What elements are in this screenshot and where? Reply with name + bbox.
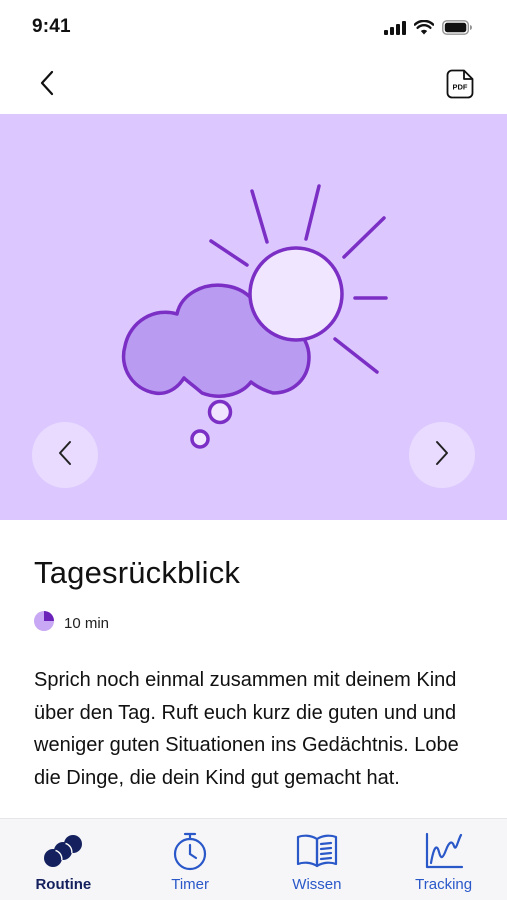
- chevron-right-icon: [435, 440, 449, 471]
- tab-label: Tracking: [415, 876, 473, 893]
- tab-tracking[interactable]: Tracking: [380, 819, 507, 900]
- status-time: 9:41: [32, 16, 71, 37]
- stopwatch-icon: [172, 831, 208, 871]
- thought-bubble-large: [207, 399, 233, 425]
- pdf-icon: PDF: [446, 69, 474, 104]
- activity-description: Sprich noch einmal zusammen mit deinem K…: [34, 669, 459, 789]
- carousel-prev-button[interactable]: [32, 422, 98, 488]
- tab-bar: Routine Timer Wissen Tracking: [0, 818, 507, 900]
- duration-row: 10 min: [34, 611, 479, 636]
- sun-icon: [248, 246, 344, 342]
- activity-content: Tagesrückblick 10 min Sprich noch einmal…: [34, 555, 479, 794]
- activity-title: Tagesrückblick: [34, 555, 241, 590]
- chevron-left-icon: [58, 440, 72, 471]
- tab-wissen[interactable]: Wissen: [254, 819, 381, 900]
- book-icon: [296, 831, 338, 871]
- hero-carousel: [0, 114, 507, 520]
- thought-bubble-small: [190, 429, 210, 449]
- wifi-icon: [413, 19, 435, 40]
- carousel-next-button[interactable]: [409, 422, 475, 488]
- signal-icon: [384, 20, 406, 40]
- nav-bar: PDF: [0, 58, 507, 114]
- tab-label: Routine: [35, 876, 92, 893]
- status-bar: 9:41: [0, 0, 507, 58]
- battery-icon: [442, 20, 473, 40]
- pdf-icon-label: PDF: [453, 82, 468, 91]
- tab-label: Wissen: [292, 876, 342, 893]
- status-icons: [384, 19, 473, 40]
- back-button[interactable]: [30, 68, 64, 102]
- duration-label: 10 min: [64, 615, 110, 632]
- chart-icon: [424, 831, 464, 871]
- routine-icon: [42, 831, 84, 871]
- tab-label: Timer: [171, 876, 210, 893]
- chevron-left-icon: [39, 70, 55, 101]
- tab-routine[interactable]: Routine: [0, 819, 127, 900]
- tab-timer[interactable]: Timer: [127, 819, 254, 900]
- pdf-download-button[interactable]: PDF: [443, 69, 477, 103]
- duration-pie-icon: [34, 611, 54, 636]
